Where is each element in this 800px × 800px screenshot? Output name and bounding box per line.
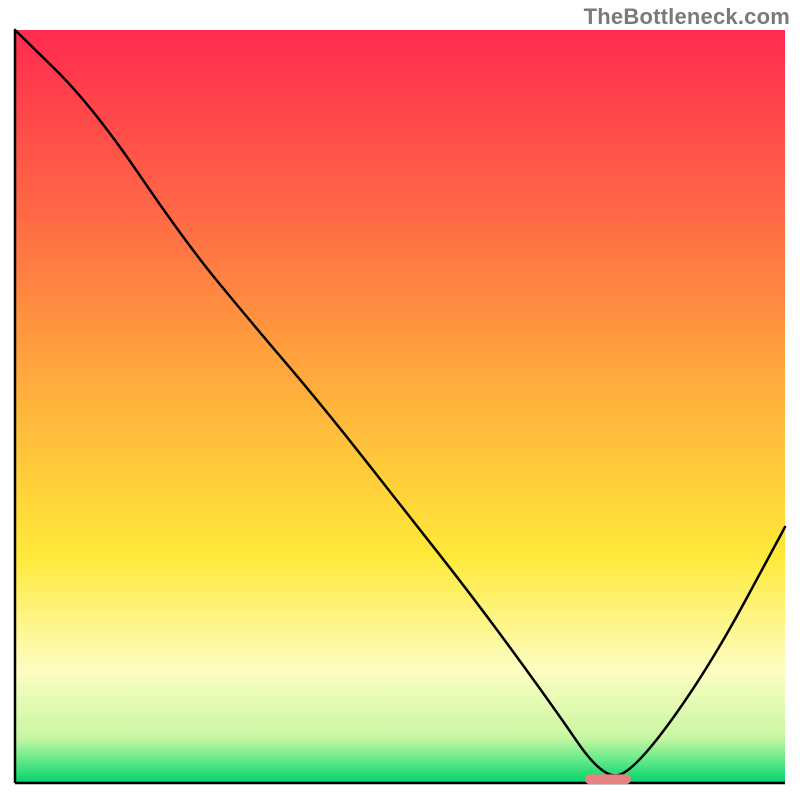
bottleneck-chart	[0, 0, 800, 800]
plot-area	[15, 30, 785, 784]
plot-background	[15, 30, 785, 783]
chart-container: TheBottleneck.com	[0, 0, 800, 800]
watermark-text: TheBottleneck.com	[584, 4, 790, 30]
optimal-zone-marker	[585, 774, 631, 784]
